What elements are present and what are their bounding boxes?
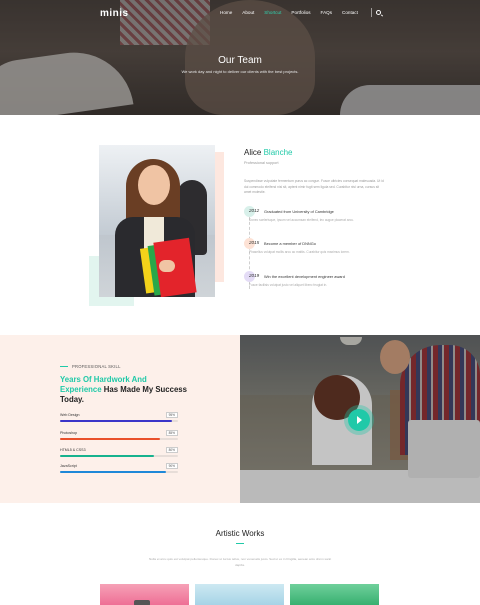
nav-item-shortcut[interactable]: Shortcut bbox=[264, 10, 281, 15]
site-logo[interactable]: minis bbox=[100, 8, 129, 19]
works-subtitle: Nulla et arcu quis est volutpat pellente… bbox=[148, 557, 332, 567]
timeline-year: 2012 bbox=[249, 208, 260, 213]
skill-label: JavaScript bbox=[60, 464, 77, 468]
portfolio-card[interactable] bbox=[100, 584, 189, 605]
skill-fill bbox=[60, 471, 167, 473]
main-nav: Home About Shortcut Portfolios FAQs Cont… bbox=[220, 10, 368, 15]
timeline-title: Graduated from University of Cambridge bbox=[264, 208, 334, 214]
timeline-desc: Fusce facilisis volutpat justo vel aliqu… bbox=[249, 283, 328, 287]
portfolio-card[interactable] bbox=[195, 584, 284, 605]
search-icon[interactable] bbox=[376, 10, 381, 15]
timeline-desc: Donec scelerisque, ipsum vel accumsan el… bbox=[249, 218, 354, 222]
nav-item-home[interactable]: Home bbox=[220, 10, 232, 15]
profile-name: Alice Blanche bbox=[244, 148, 293, 157]
skill-fill bbox=[60, 420, 173, 422]
skill-fill bbox=[60, 438, 161, 440]
skills-section: PROFESSIONAL SKILL Years Of Hardwork And… bbox=[0, 335, 240, 503]
timeline-year: 2015 bbox=[249, 240, 260, 245]
skill-label: Photoshop bbox=[60, 431, 78, 435]
skill-fill bbox=[60, 455, 155, 457]
skill-track bbox=[60, 438, 178, 440]
timeline-title: Win the excellent development engineer a… bbox=[264, 273, 345, 279]
skill-percent: 95% bbox=[165, 412, 178, 418]
skill-percent: 85% bbox=[165, 430, 178, 436]
timeline-desc: Phasellus volutpat mollis arcu ac mattis… bbox=[249, 250, 350, 254]
eyebrow-line bbox=[60, 366, 68, 367]
title-underline bbox=[236, 543, 244, 544]
nav-item-faqs[interactable]: FAQs bbox=[321, 10, 333, 15]
skill-label: HTML5 & CSS3 bbox=[60, 448, 86, 452]
portfolio-card[interactable] bbox=[290, 584, 379, 605]
profile-role: Professional support bbox=[244, 161, 279, 165]
page-subtitle: We work day and night to deliver our cli… bbox=[181, 69, 299, 74]
skill-percent: 80% bbox=[165, 447, 178, 453]
skill-track bbox=[60, 420, 178, 422]
skills-heading: Years Of Hardwork And Experience Has Mad… bbox=[60, 375, 190, 405]
timeline-title: Become a member of DNNGo bbox=[264, 240, 316, 246]
profile-bio: Suspendisse vulputate fermentum purus ac… bbox=[244, 179, 384, 195]
nav-item-contact[interactable]: Contact bbox=[342, 10, 358, 15]
skill-track bbox=[60, 471, 178, 473]
profile-photo bbox=[99, 145, 215, 297]
page-title: Our Team bbox=[218, 55, 262, 66]
skill-percent: 90% bbox=[165, 463, 178, 469]
timeline-year: 2019 bbox=[249, 273, 260, 278]
play-icon[interactable] bbox=[348, 409, 370, 431]
skills-eyebrow: PROFESSIONAL SKILL bbox=[72, 364, 121, 369]
nav-divider bbox=[371, 8, 372, 17]
skill-label: Web Design bbox=[60, 413, 80, 417]
profile-first-name: Alice bbox=[244, 148, 262, 157]
works-title: Artistic Works bbox=[215, 529, 265, 538]
nav-item-portfolios[interactable]: Portfolios bbox=[291, 10, 310, 15]
profile-last-name: Blanche bbox=[263, 148, 293, 157]
nav-item-about[interactable]: About bbox=[242, 10, 254, 15]
skill-track bbox=[60, 455, 178, 457]
